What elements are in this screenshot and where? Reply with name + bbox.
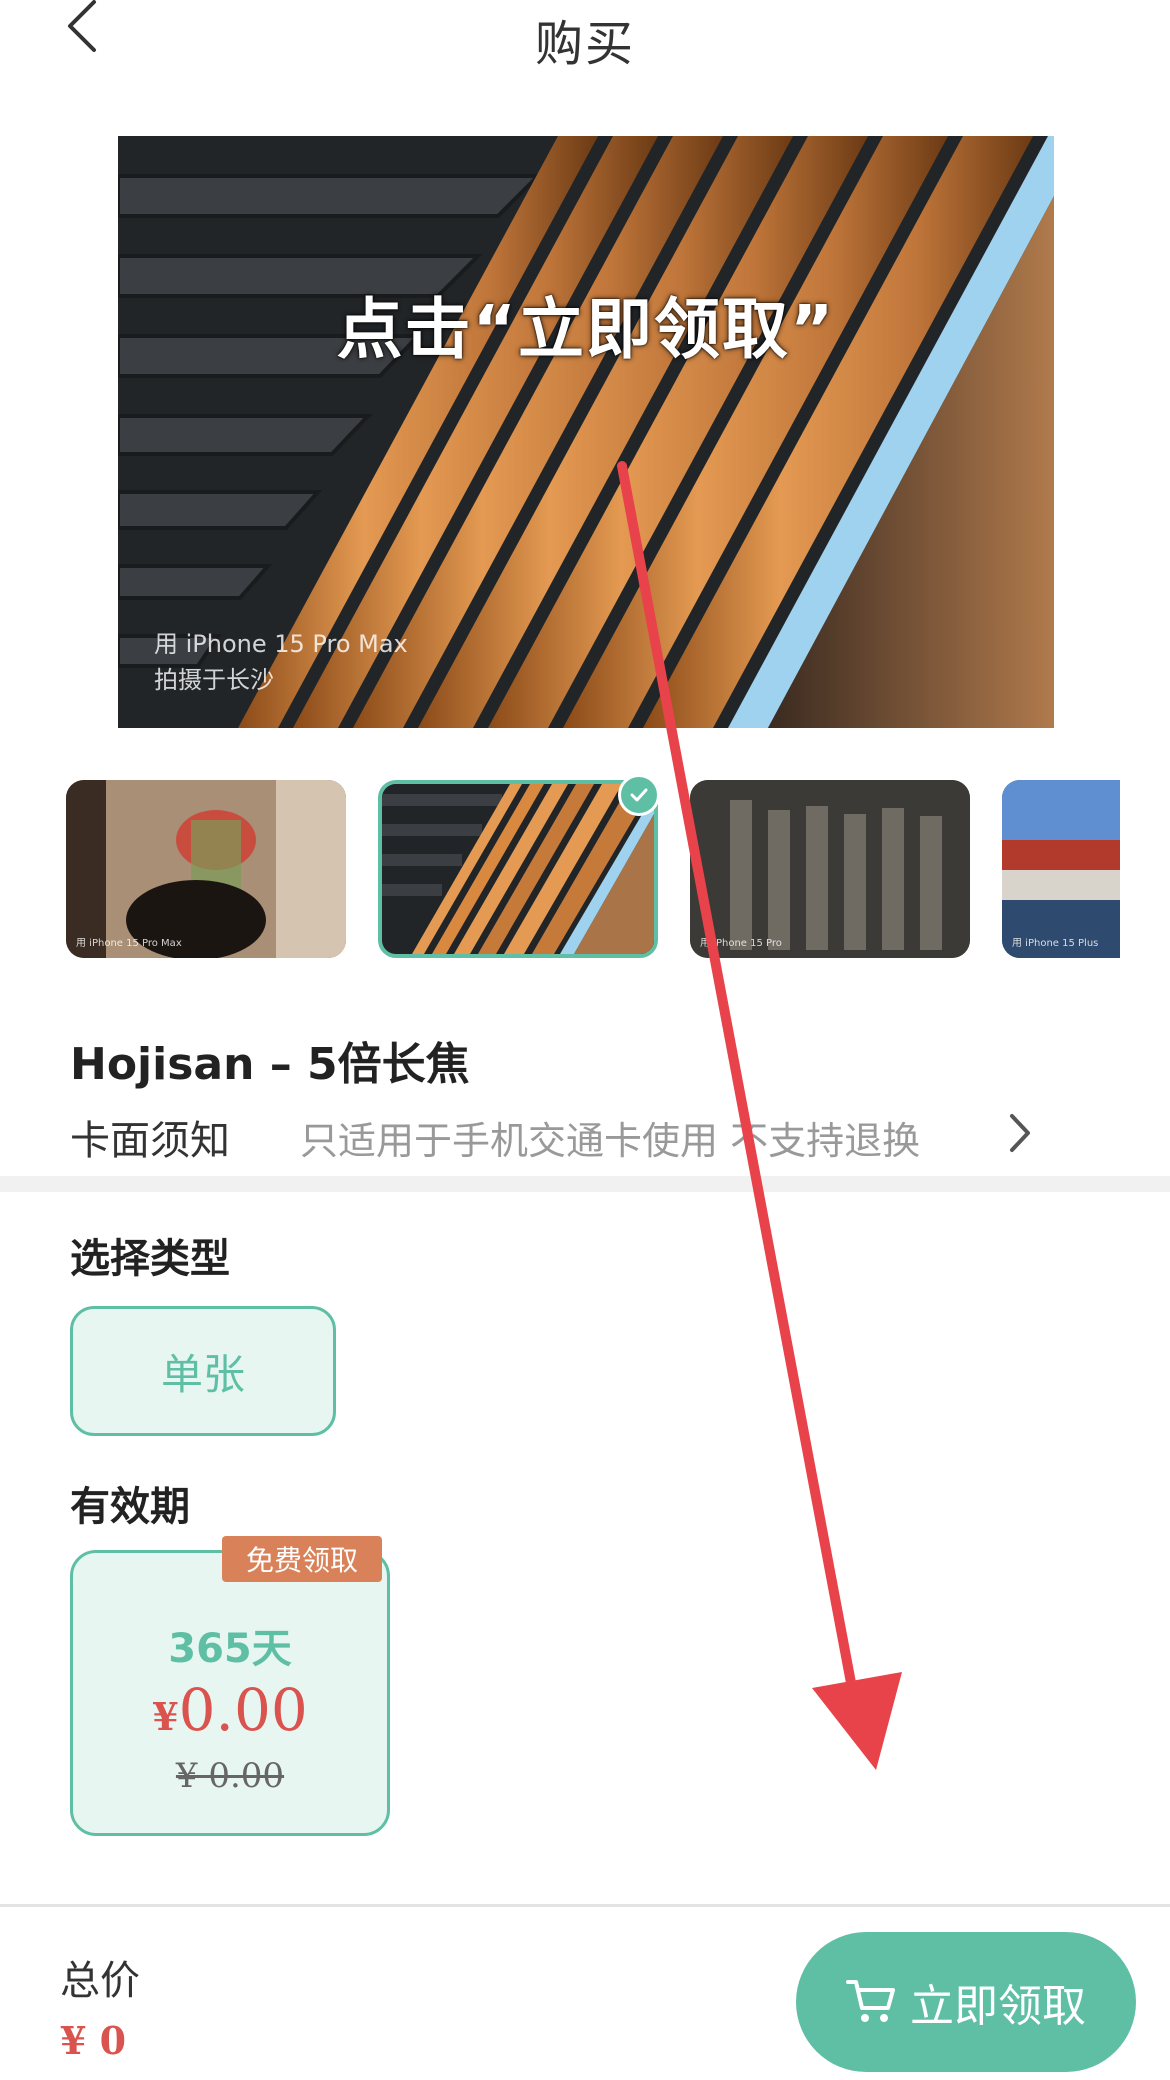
cart-icon — [846, 1980, 895, 2022]
thumbnail-terracotta[interactable]: 用 iPhone 15 Pro — [690, 780, 970, 958]
thumbnail-caption: 用 iPhone 15 Pro — [700, 938, 782, 949]
notice-label: 卡面须知 — [70, 1118, 230, 1164]
hero-caption-line2: 拍摄于长沙 — [154, 666, 274, 694]
thumbnail-caption: 用 iPhone 15 Pro Max — [76, 938, 182, 949]
architecture-thumbnail-photo — [382, 784, 654, 954]
notice-text[interactable]: 只适用于手机交通卡使用 不支持退换 — [300, 1110, 920, 1165]
hero-caption: 用 iPhone 15 Pro Max 拍摄于长沙 — [154, 626, 408, 698]
page-title: 购买 — [534, 16, 635, 72]
validity-title: 有效期 — [70, 1484, 190, 1530]
section-divider — [0, 1176, 1170, 1192]
thumbnail-caption: 用 iPhone 15 Plus — [1012, 938, 1099, 949]
chevron-right-icon[interactable] — [1000, 1108, 1040, 1158]
thumbnail-palace[interactable]: 用 iPhone 15 Plus — [1002, 780, 1120, 958]
claim-now-label: 立即领取 — [910, 1981, 1086, 2032]
product-name: Hojisan – 5倍长焦 — [70, 1039, 470, 1090]
hero-caption-line1: 用 iPhone 15 Pro Max — [154, 630, 408, 658]
terracotta-photo — [690, 780, 970, 958]
original-price: ¥ 0.00 — [175, 1756, 285, 1796]
bottom-bar-divider — [0, 1904, 1170, 1907]
palace-photo — [1002, 780, 1120, 958]
price-currency-symbol: ¥ — [152, 1694, 179, 1739]
validity-days: 365天 — [168, 1626, 292, 1672]
type-option-single[interactable]: 单张 — [70, 1306, 336, 1436]
selected-check-icon — [618, 774, 660, 816]
claim-now-button[interactable]: 立即领取 — [796, 1932, 1136, 2072]
thumbnail-strip[interactable]: 用 iPhone 15 Pro Max 用 iPhone 15 Pro 用 iP… — [66, 780, 1120, 958]
hero-overlay-title: 点击“立即领取” — [336, 291, 836, 368]
thumbnail-shadow-puppet[interactable]: 用 iPhone 15 Pro Max — [66, 780, 346, 958]
shadow-puppet-photo — [66, 780, 346, 958]
select-type-title: 选择类型 — [70, 1236, 230, 1282]
validity-price: ¥0.00 — [70, 1676, 390, 1744]
header: 购买 — [0, 0, 1170, 80]
total-price: ¥ 0 — [60, 2018, 127, 2063]
card-preview-image: 点击“立即领取” 用 iPhone 15 Pro Max 拍摄于长沙 — [118, 136, 1054, 728]
price-value: 0.00 — [178, 1676, 308, 1744]
total-label: 总价 — [60, 1958, 140, 2004]
thumbnail-architecture[interactable] — [378, 780, 658, 958]
free-claim-tag: 免费领取 — [222, 1536, 382, 1582]
